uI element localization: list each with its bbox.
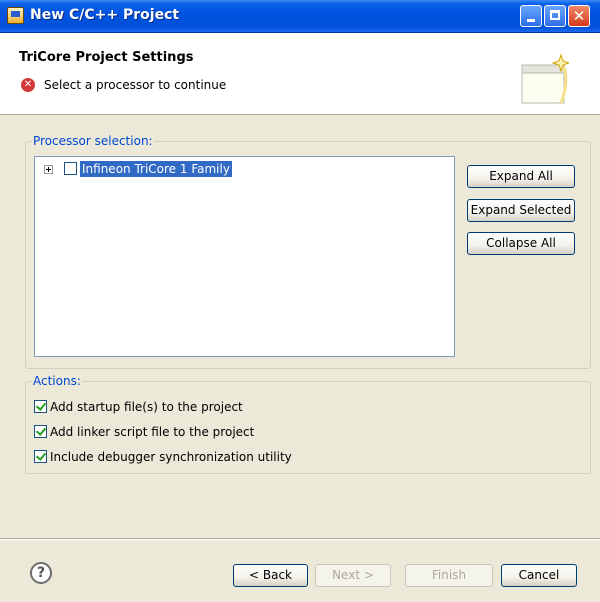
page-title: TriCore Project Settings <box>19 50 194 65</box>
title-bar[interactable]: New C/C++ Project ✕ <box>0 0 600 33</box>
status-message: Select a processor to continue <box>44 78 227 92</box>
back-button[interactable]: < Back <box>233 564 308 587</box>
minimize-button[interactable] <box>520 5 542 27</box>
tree-item-label[interactable]: Infineon TriCore 1 Family <box>80 161 232 177</box>
include-debugger-sync-label[interactable]: Include debugger synchronization utility <box>50 449 292 465</box>
expand-all-button[interactable]: Expand All <box>467 165 575 188</box>
collapse-all-button[interactable]: Collapse All <box>467 232 575 255</box>
expand-plus-icon[interactable] <box>44 165 53 174</box>
cancel-button[interactable]: Cancel <box>501 564 577 587</box>
add-linker-script-label[interactable]: Add linker script file to the project <box>50 424 254 440</box>
footer-separator <box>0 538 600 540</box>
processor-selection-legend: Processor selection: <box>33 134 153 148</box>
expand-selected-button[interactable]: Expand Selected <box>467 199 575 222</box>
finish-button[interactable]: Finish <box>405 564 493 587</box>
window-title: New C/C++ Project <box>30 7 180 23</box>
maximize-button[interactable] <box>544 5 566 27</box>
app-window-icon <box>7 7 24 24</box>
actions-legend: Actions: <box>33 374 81 388</box>
next-button[interactable]: Next > <box>315 564 391 587</box>
wizard-header: TriCore Project Settings ✕ Select a proc… <box>0 33 600 115</box>
add-startup-files-label[interactable]: Add startup file(s) to the project <box>50 399 243 415</box>
add-linker-script-checkbox[interactable] <box>34 425 47 438</box>
add-startup-files-checkbox[interactable] <box>34 400 47 413</box>
help-icon[interactable]: ? <box>30 562 52 584</box>
close-button[interactable]: ✕ <box>568 5 590 27</box>
tree-item-checkbox[interactable] <box>64 162 77 175</box>
processor-tree[interactable]: Infineon TriCore 1 Family <box>34 156 455 357</box>
error-icon: ✕ <box>21 78 35 92</box>
include-debugger-sync-checkbox[interactable] <box>34 450 47 463</box>
wizard-banner-icon <box>521 53 569 104</box>
